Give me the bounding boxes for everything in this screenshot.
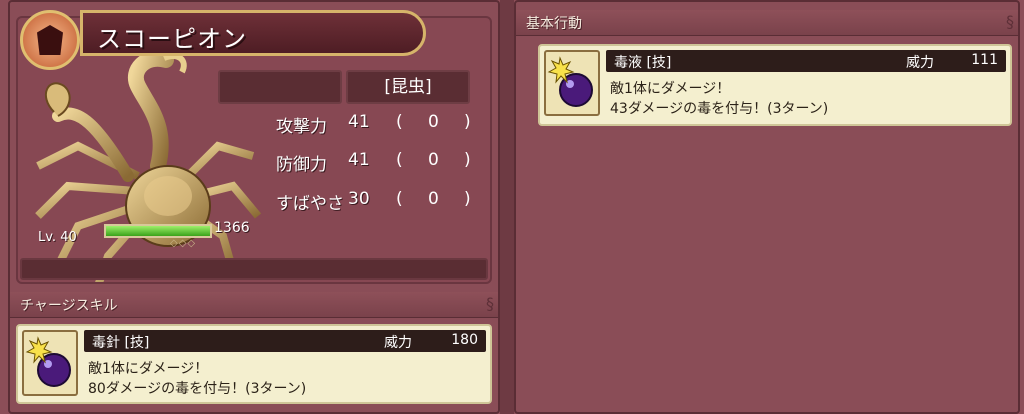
speed-label: すばやさ [276, 194, 344, 214]
basic-action-header-label: 基本行動 [526, 16, 582, 32]
basic-action-header: 基本行動 § [516, 10, 1018, 36]
basic-action-titlebar: 毒液 [技] 威力 111 [606, 50, 1006, 72]
attack-open-paren: ( [396, 112, 403, 132]
charge-skill-desc-line2: 80ダメージの毒を付与！(3ターン) [88, 381, 307, 397]
hp-bar [104, 224, 212, 238]
defense-open-paren: ( [396, 150, 403, 170]
level-label: Lv. 40 [38, 230, 77, 245]
monster-name: スコーピオン [97, 25, 247, 53]
hp-bar-fill [106, 226, 210, 236]
poison-bomb-icon [22, 330, 78, 396]
defense-close-paren: ) [464, 150, 471, 170]
charge-skill-power-label: 威力 [384, 335, 412, 351]
rank-diamonds: ◇◇◇ [170, 238, 197, 249]
charge-skill-power-value: 180 [451, 332, 478, 348]
attack-close-paren: ) [464, 112, 471, 132]
charge-skill-card[interactable]: 毒針 [技] 威力 180 敵1体にダメージ！ 80ダメージの毒を付与！(3ター… [16, 324, 492, 404]
poison-bomb-svg [547, 56, 593, 107]
basic-action-name: 毒液 [技] [614, 55, 672, 71]
poison-bomb-svg [25, 336, 71, 387]
poison-bomb-icon [544, 50, 600, 116]
defense-label: 防御力 [276, 155, 327, 175]
defense-value: 41 [348, 150, 370, 170]
panel-divider [500, 0, 514, 414]
monster-card[interactable]: [昆虫] 攻撃力 41 ( 0 ) 防御力 41 ( 0 ) すばやさ 30 (… [16, 16, 492, 284]
defense-bonus: 0 [428, 150, 439, 170]
attack-value: 41 [348, 112, 370, 132]
speed-value: 30 [348, 189, 370, 209]
hp-value: 1366 [214, 220, 250, 236]
charge-skill-titlebar: 毒針 [技] 威力 180 [84, 330, 486, 352]
shield-shape [37, 25, 63, 55]
charge-skill-header: チャージスキル § [10, 292, 498, 318]
speed-open-paren: ( [396, 189, 403, 209]
basic-action-card[interactable]: 毒液 [技] 威力 111 敵1体にダメージ！ 43ダメージの毒を付与！(3ター… [538, 44, 1012, 126]
monster-name-bar: スコーピオン [80, 10, 426, 56]
monster-info-bar [20, 258, 488, 280]
basic-action-power-value: 111 [971, 52, 998, 68]
attack-label: 攻撃力 [276, 117, 327, 137]
charge-skill-name: 毒針 [技] [92, 335, 150, 351]
charge-skill-header-label: チャージスキル [20, 298, 118, 314]
basic-action-desc-line1: 敵1体にダメージ！ [610, 81, 731, 97]
basic-action-desc-line2: 43ダメージの毒を付与！(3ターン) [610, 101, 829, 117]
charge-skill-desc-line1: 敵1体にダメージ！ [88, 361, 209, 377]
ornament-curl-icon: § [1006, 12, 1014, 31]
ornament-curl-icon: § [486, 294, 494, 313]
speed-bonus: 0 [428, 189, 439, 209]
monster-type-box: [昆虫] [346, 70, 470, 104]
monster-subtitle-box [218, 70, 342, 104]
basic-action-power-label: 威力 [906, 55, 934, 71]
insect-type-emblem-icon [20, 10, 80, 70]
speed-close-paren: ) [464, 189, 471, 209]
attack-bonus: 0 [428, 112, 439, 132]
